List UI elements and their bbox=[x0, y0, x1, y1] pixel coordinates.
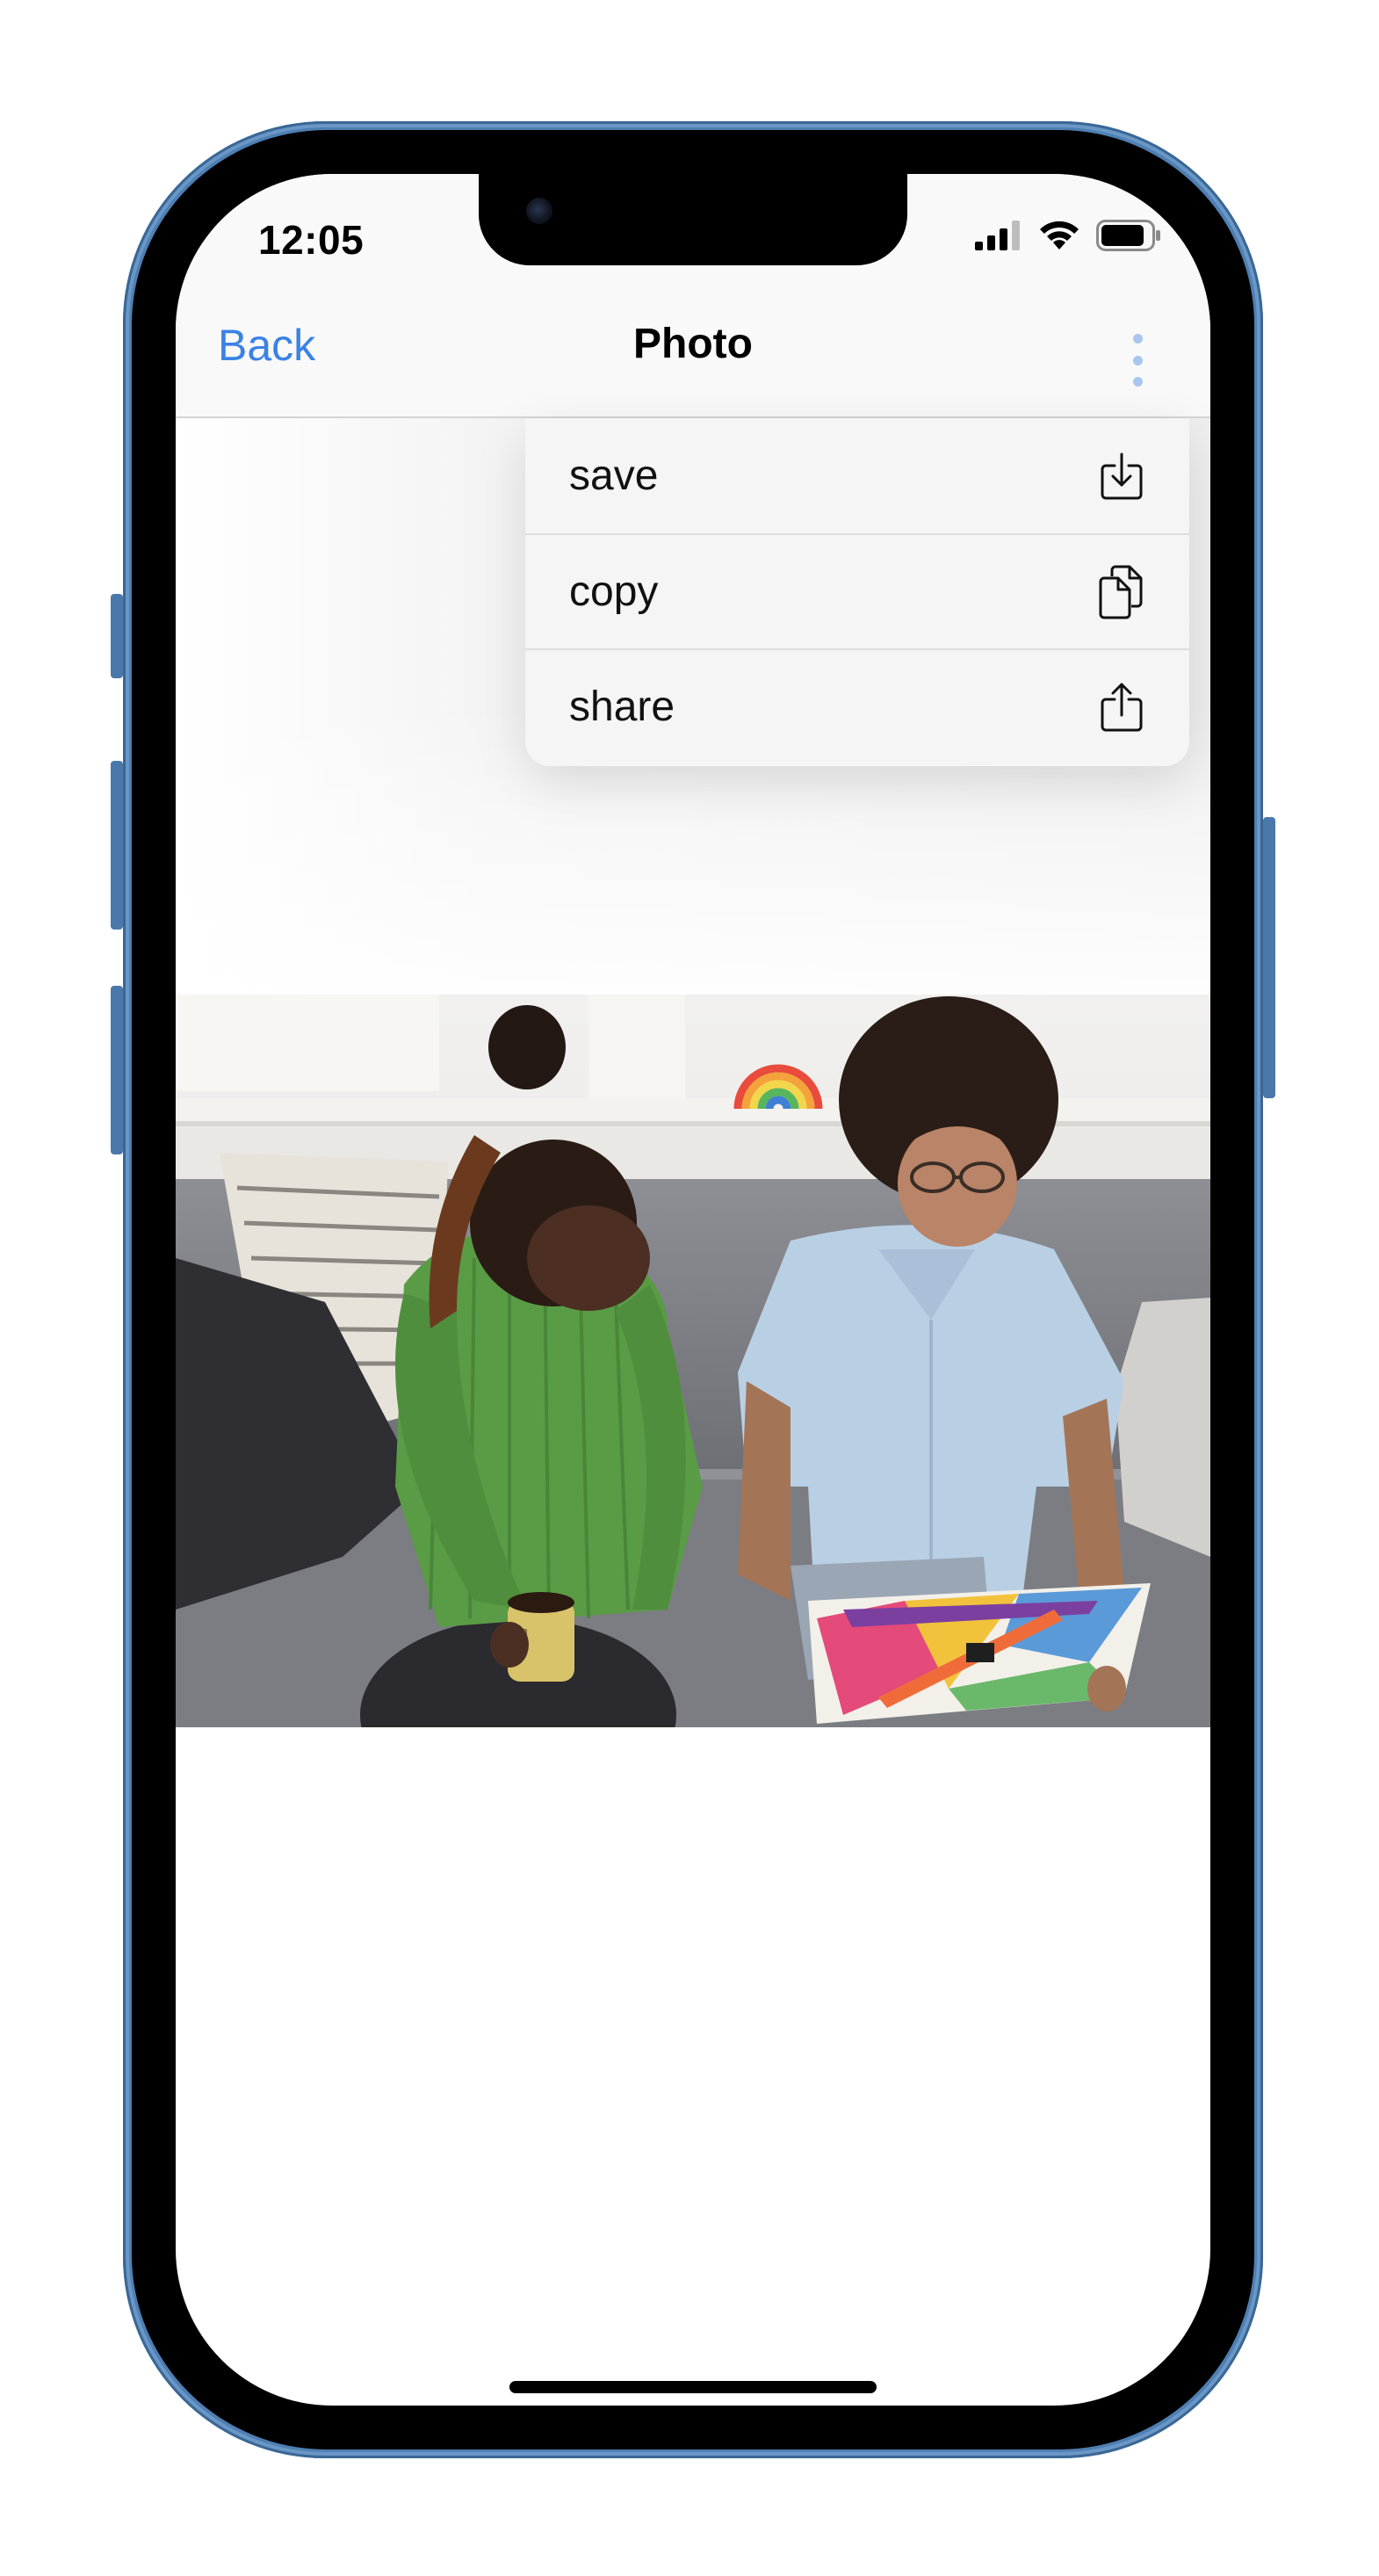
power-button bbox=[1263, 817, 1275, 1098]
volume-down-button bbox=[111, 986, 123, 1154]
photo bbox=[176, 995, 1210, 1727]
status-icons bbox=[975, 220, 1161, 256]
volume-up-button bbox=[111, 761, 123, 930]
menu-item-label: save bbox=[569, 452, 659, 499]
page-title: Photo bbox=[633, 321, 753, 367]
more-dot-icon bbox=[1132, 334, 1143, 344]
screen: 12:05 Back Photo save copy share bbox=[176, 174, 1210, 2406]
more-dot-icon bbox=[1132, 355, 1143, 365]
battery-icon bbox=[1096, 220, 1161, 256]
save-download-icon bbox=[1100, 452, 1144, 501]
share-upload-icon bbox=[1100, 682, 1144, 733]
options-menu: save copy share bbox=[525, 418, 1189, 766]
home-indicator[interactable] bbox=[509, 2381, 877, 2393]
copy-documents-icon bbox=[1098, 565, 1144, 619]
wifi-icon bbox=[1038, 220, 1080, 256]
action-button bbox=[111, 594, 123, 678]
status-time: 12:05 bbox=[258, 217, 365, 263]
menu-item-share[interactable]: share bbox=[525, 648, 1189, 763]
menu-item-label: share bbox=[569, 684, 675, 730]
notch bbox=[479, 174, 907, 265]
more-options-button[interactable] bbox=[1124, 334, 1151, 387]
menu-item-save[interactable]: save bbox=[525, 418, 1189, 533]
front-camera bbox=[526, 198, 552, 224]
cellular-signal-icon bbox=[975, 221, 1022, 255]
menu-item-label: copy bbox=[569, 568, 659, 615]
more-dot-icon bbox=[1132, 377, 1143, 387]
photo-illustration bbox=[176, 995, 1210, 1727]
menu-item-copy[interactable]: copy bbox=[525, 533, 1189, 648]
